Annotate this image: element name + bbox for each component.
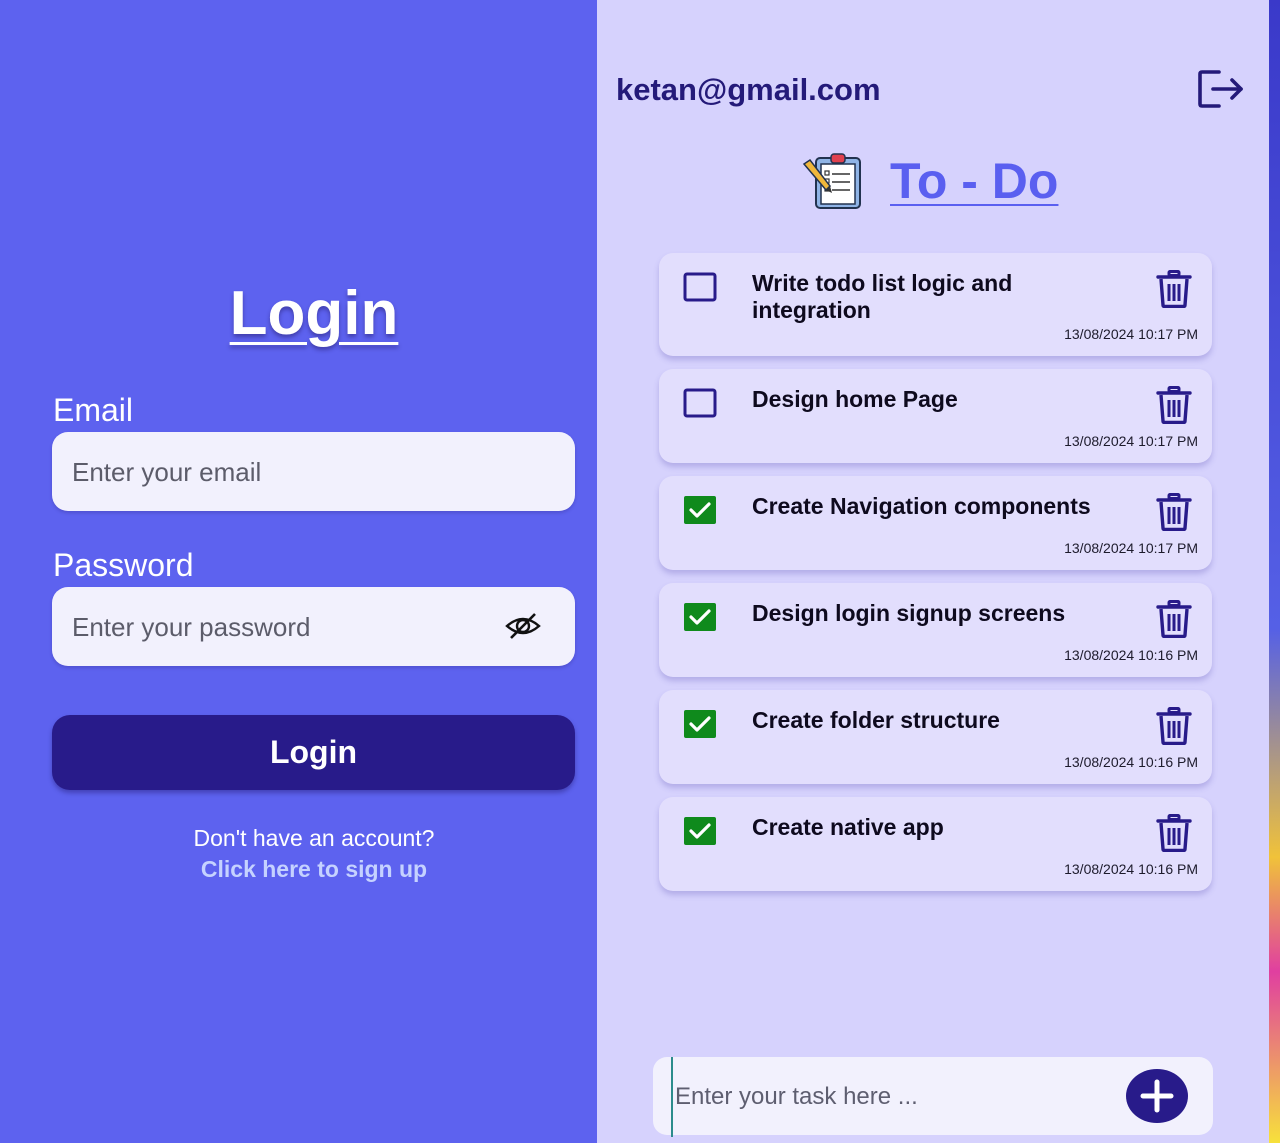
checkbox-unchecked-icon[interactable] — [683, 388, 717, 418]
clipboard-icon — [802, 152, 866, 210]
task-text: Create folder structure — [752, 707, 1000, 733]
task-date: 13/08/2024 10:16 PM — [1064, 754, 1198, 770]
email-field-box — [52, 432, 575, 513]
task-text: Design home Page — [752, 386, 958, 412]
checkbox-checked-icon[interactable] — [683, 495, 717, 525]
task-card: Create Navigation components 13/08/2024 … — [659, 476, 1212, 570]
trash-icon[interactable] — [1156, 707, 1192, 746]
trash-icon[interactable] — [1156, 270, 1192, 309]
task-date: 13/08/2024 10:16 PM — [1064, 861, 1198, 877]
task-input[interactable] — [671, 1057, 1117, 1137]
password-label: Password — [53, 547, 194, 583]
checkbox-checked-icon[interactable] — [683, 602, 717, 632]
todo-title: To - Do — [890, 153, 1059, 209]
task-text: Create Navigation components — [752, 493, 1091, 519]
checkbox-checked-icon[interactable] — [683, 816, 717, 846]
task-date: 13/08/2024 10:16 PM — [1064, 647, 1198, 663]
task-entry-bar — [653, 1057, 1213, 1137]
signup-link[interactable]: Click here to sign up — [0, 856, 628, 883]
email-field[interactable] — [70, 432, 494, 513]
task-date: 13/08/2024 10:17 PM — [1064, 326, 1198, 342]
email-label: Email — [53, 392, 134, 428]
todo-pane: ketan@gmail.com To - Do Write todo list … — [597, 0, 1269, 1143]
trash-icon[interactable] — [1156, 493, 1192, 532]
task-card: Create native app 13/08/2024 10:16 PM — [659, 797, 1212, 891]
task-card: Create folder structure 13/08/2024 10:16… — [659, 690, 1212, 784]
checkbox-checked-icon[interactable] — [683, 709, 717, 739]
plus-icon[interactable] — [1126, 1069, 1188, 1123]
task-text: Write todo list logic and integration — [752, 270, 1013, 323]
trash-icon[interactable] — [1156, 600, 1192, 639]
password-field[interactable] — [70, 587, 494, 668]
login-pane: Login Email Password Login Don't have an… — [0, 0, 597, 1143]
password-field-box — [52, 587, 575, 668]
task-card: Design login signup screens 13/08/2024 1… — [659, 583, 1212, 677]
login-title: Login — [229, 279, 399, 348]
task-text: Design login signup screens — [752, 600, 1066, 626]
task-card: Design home Page 13/08/2024 10:17 PM — [659, 369, 1212, 463]
window-edge-strip — [1269, 0, 1280, 1143]
signup-prompt: Don't have an account? — [193, 825, 435, 851]
task-text: Create native app — [752, 814, 944, 840]
task-date: 13/08/2024 10:17 PM — [1064, 433, 1198, 449]
checkbox-unchecked-icon[interactable] — [683, 272, 717, 302]
task-card: Write todo list logic and integration 13… — [659, 253, 1212, 356]
trash-icon[interactable] — [1156, 386, 1192, 425]
eye-slash-icon[interactable] — [505, 611, 541, 641]
login-button[interactable]: Login — [52, 715, 575, 790]
trash-icon[interactable] — [1156, 814, 1192, 853]
logout-icon[interactable] — [1197, 68, 1247, 110]
user-email: ketan@gmail.com — [616, 72, 881, 107]
task-date: 13/08/2024 10:17 PM — [1064, 540, 1198, 556]
